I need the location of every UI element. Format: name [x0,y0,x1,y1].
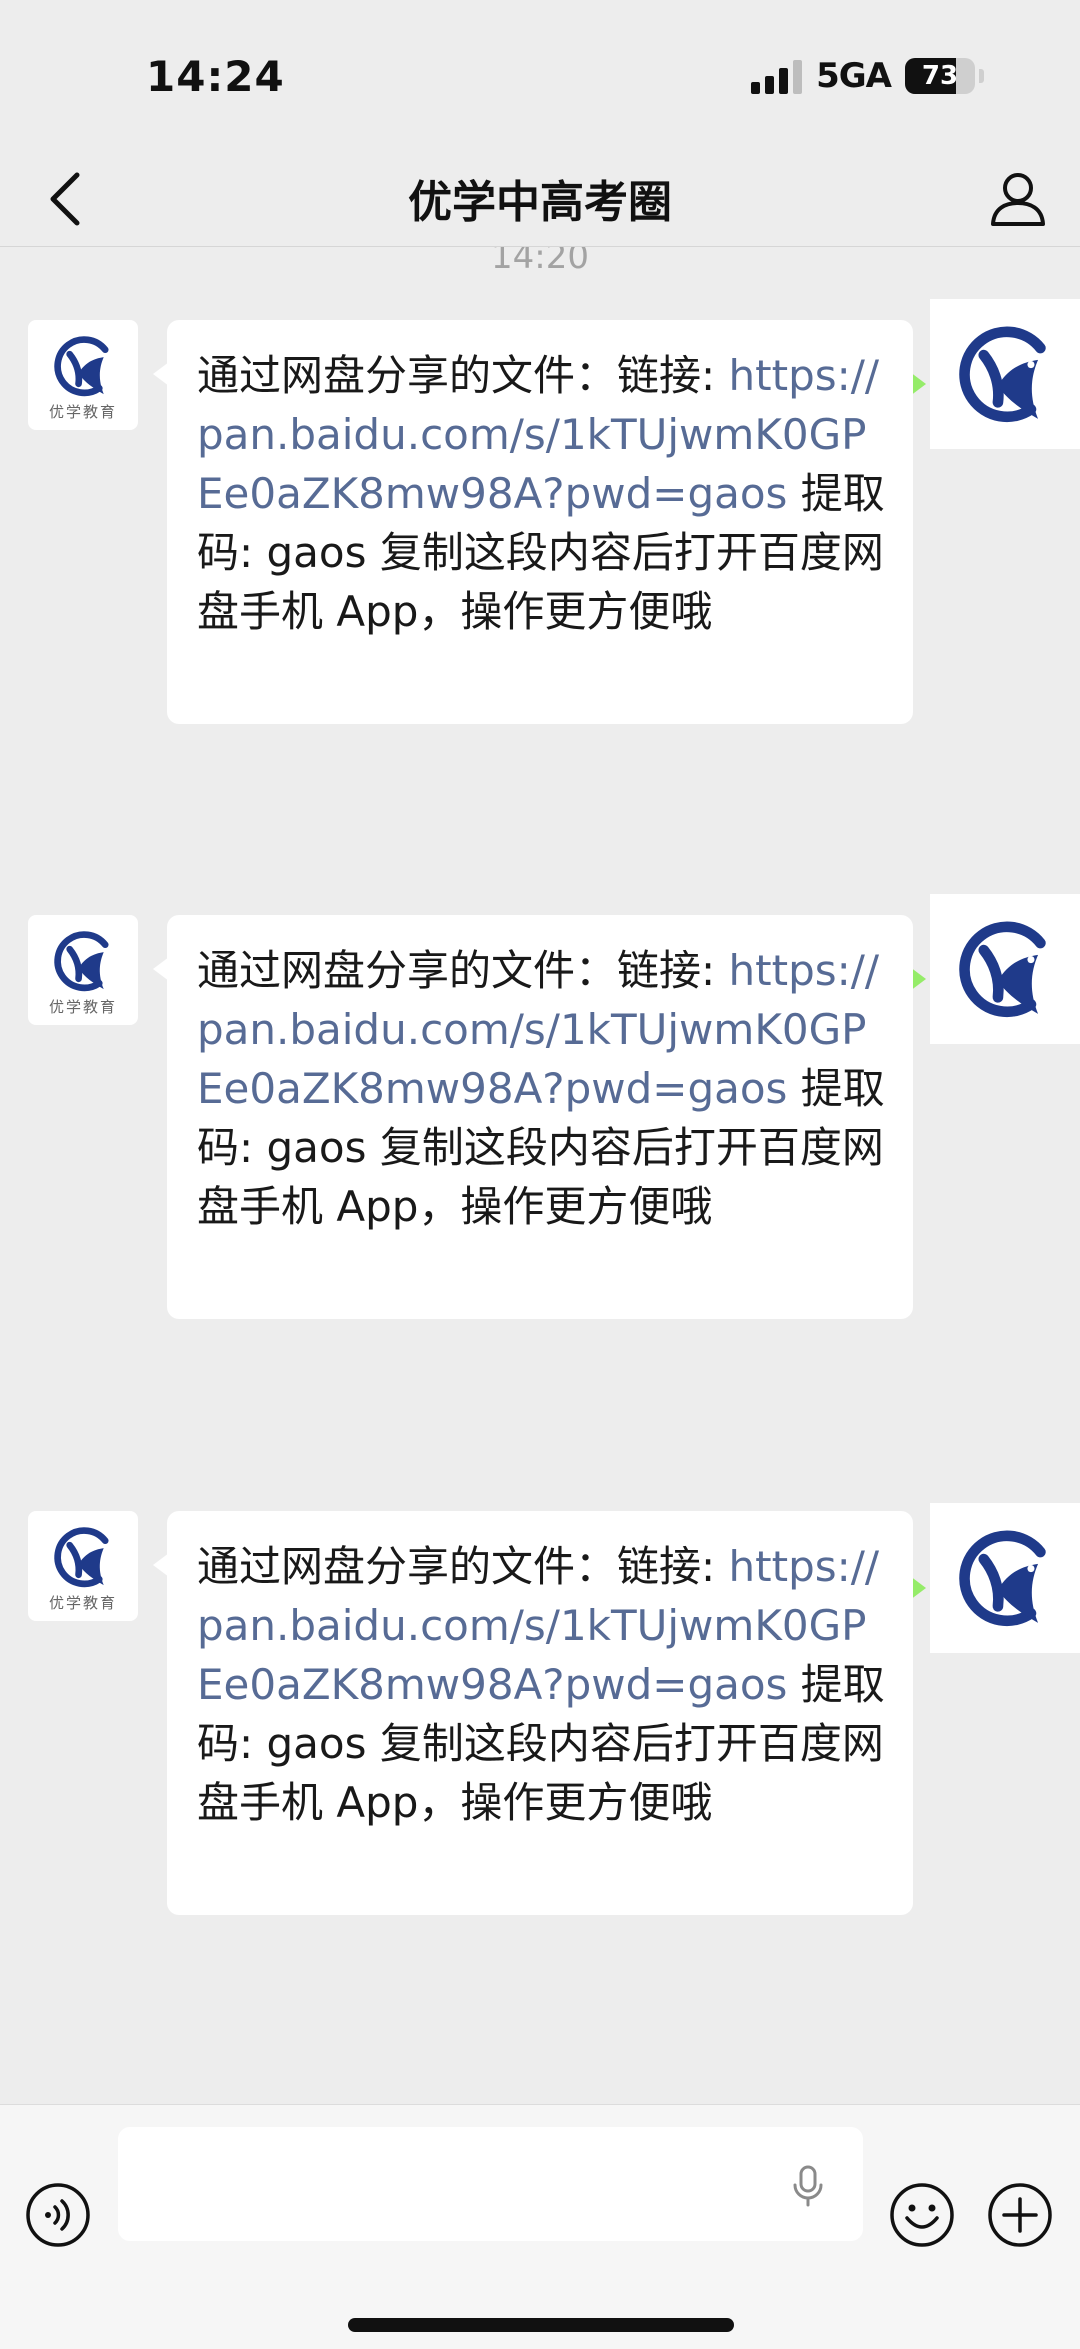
message-input[interactable] [118,2127,863,2241]
contact-avatar[interactable]: 优学教育 [28,320,138,430]
status-indicators: 5GA 73 [751,56,984,96]
logo-icon [54,1526,109,1587]
message-text: 通过网盘分享的文件：链接: [197,946,729,995]
message-timestamp: 14:20 [491,247,589,277]
battery-level: 73 [921,61,959,91]
logo-icon [54,335,109,396]
received-bubble[interactable]: 通过网盘分享的文件：链接: https://pan.baidu.com/s/1k… [153,320,913,724]
received-bubble[interactable]: 通过网盘分享的文件：链接: https://pan.baidu.com/s/1k… [153,915,913,1319]
status-time: 14:24 [146,52,285,101]
status-bar: 14:24 5GA 73 [0,0,1080,150]
signal-icon [751,58,803,94]
avatar-caption: 优学教育 [48,402,117,421]
received-message: 优学教育 通过网盘分享的文件：链接: https://pan.baidu.com… [0,320,1080,730]
input-bar [0,2104,1080,2349]
nav-bar: 优学中高考圈 [0,150,1080,247]
emoji-button[interactable] [888,2181,956,2249]
plus-button[interactable] [986,2181,1054,2249]
chat-title: 优学中高考圈 [408,177,672,228]
network-type: 5GA [816,56,892,96]
voice-icon [26,2183,90,2247]
received-message: 优学教育 通过网盘分享的文件：链接: https://pan.baidu.com… [0,1511,1080,1921]
plus-icon [988,2183,1052,2247]
contact-avatar[interactable]: 优学教育 [28,1511,138,1621]
avatar-caption: 优学教育 [48,997,117,1016]
chat-area[interactable]: 14:20 227 优学教育 通过网盘分享的文件：链接: https://pan… [0,247,1080,2104]
person-icon [991,173,1045,226]
message-text: 通过网盘分享的文件：链接: [197,351,729,400]
home-indicator [348,2318,734,2332]
battery-cap [979,69,984,83]
contact-avatar[interactable]: 优学教育 [28,915,138,1025]
received-bubble[interactable]: 通过网盘分享的文件：链接: https://pan.baidu.com/s/1k… [153,1511,913,1915]
logo-icon [54,930,109,991]
battery-icon: 73 [905,58,975,94]
microphone-icon[interactable] [785,2163,831,2209]
emoji-icon [890,2183,954,2247]
received-message: 优学教育 通过网盘分享的文件：链接: https://pan.baidu.com… [0,915,1080,1325]
profile-button[interactable] [980,160,1056,236]
voice-button[interactable] [24,2181,92,2249]
message-text: 通过网盘分享的文件：链接: [197,1542,729,1591]
avatar-caption: 优学教育 [48,1593,117,1612]
